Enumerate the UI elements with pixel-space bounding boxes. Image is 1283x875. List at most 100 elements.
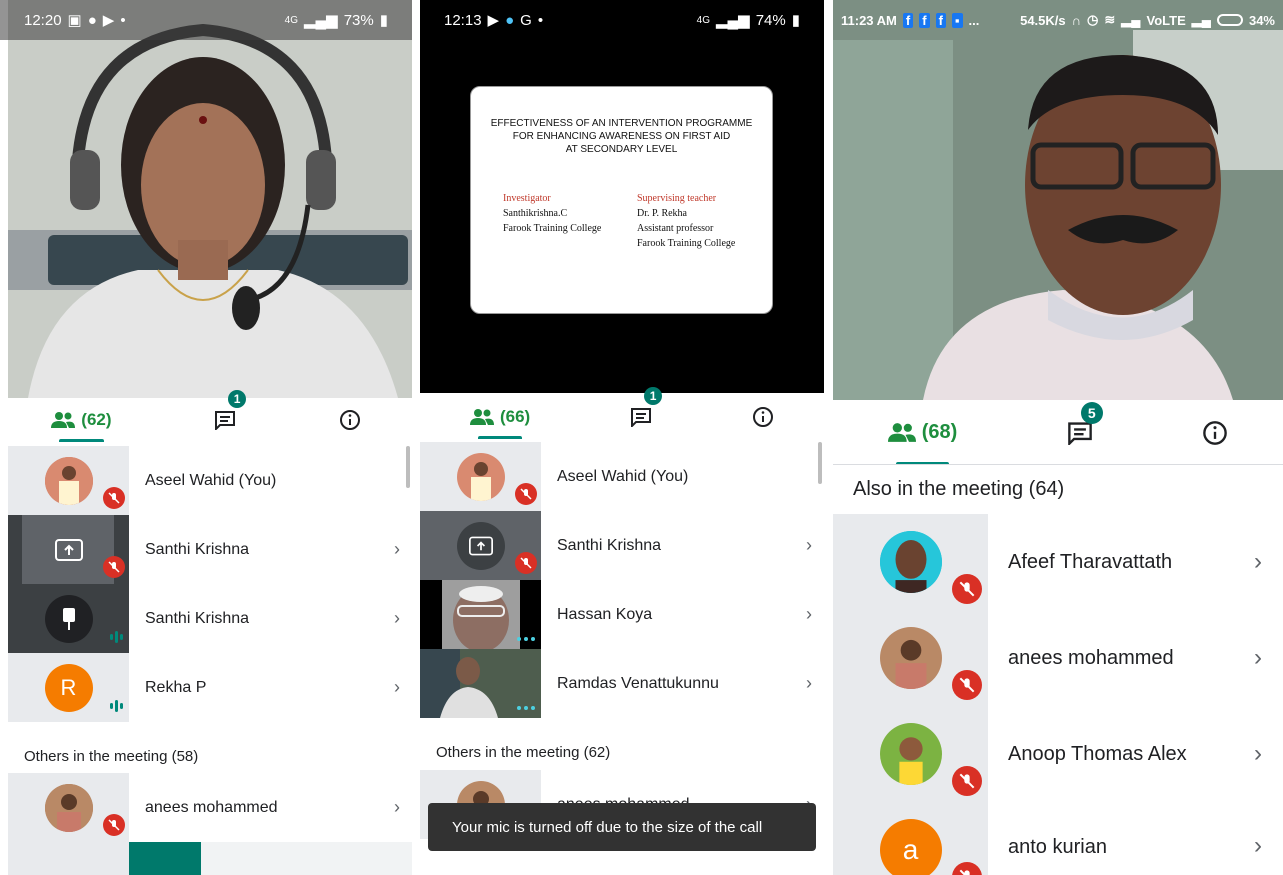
avatar — [879, 627, 942, 689]
participant-thumb — [833, 610, 988, 706]
participant-row[interactable]: Aseel Wahid (You) — [420, 442, 824, 511]
participant-row[interactable]: Hassan Koya › — [420, 580, 824, 649]
tab-info[interactable] — [339, 398, 361, 442]
partial-row — [8, 842, 129, 875]
dot-icon: • — [120, 11, 126, 29]
participant-thumb — [833, 706, 988, 802]
speaker-figure — [8, 0, 412, 398]
chevron-right-icon[interactable]: › — [382, 797, 412, 818]
chevron-right-icon[interactable]: › — [1233, 740, 1283, 768]
avatar — [456, 521, 505, 570]
tab-chat[interactable]: 1 — [630, 387, 663, 439]
also-header: Also in the meeting (64) — [853, 478, 1065, 500]
tab-chat[interactable]: 5 — [1067, 400, 1103, 465]
pin-icon — [62, 607, 75, 630]
mic-off-icon — [952, 574, 982, 604]
status-time: 12:13 — [444, 11, 482, 29]
participant-name: Hassan Koya — [557, 605, 653, 623]
chevron-right-icon[interactable]: › — [1233, 548, 1283, 576]
meet-panel-3: 11:23 AM f f f ▪ ... 54.5K/s ∩ ◷ ≋ ▂▄ Vo… — [833, 0, 1283, 875]
participant-row[interactable]: Santhi Krishna › — [8, 584, 412, 653]
status-bar: 11:23 AM f f f ▪ ... 54.5K/s ∩ ◷ ≋ ▂▄ Vo… — [833, 0, 1283, 40]
people-count: (62) — [81, 410, 112, 429]
info-icon — [339, 410, 360, 430]
participant-row[interactable]: anees mohammed › — [833, 610, 1283, 706]
video-icon: ▶ — [487, 12, 500, 29]
participant-row[interactable]: a anto kurian › — [833, 802, 1283, 875]
app-icon: ● — [505, 11, 515, 29]
present-icon — [468, 536, 493, 555]
people-icon — [51, 412, 76, 428]
chevron-right-icon[interactable]: › — [1233, 644, 1283, 672]
participant-row[interactable]: Santhi Krishna › — [420, 511, 824, 580]
others-header: Others in the meeting (62) — [436, 744, 611, 761]
status-time: 11:23 AM — [841, 12, 897, 28]
slide: EFFECTIVENESS OF AN INTERVENTION PROGRAM… — [470, 86, 773, 314]
slide-title-line: FOR ENHANCING AWARENESS ON FIRST AID — [512, 131, 731, 142]
network-label: VoLTE — [1146, 12, 1186, 28]
participant-thumb — [833, 514, 988, 610]
chevron-right-icon[interactable]: › — [794, 673, 824, 694]
participant-name: Ramdas Venattukunnu — [557, 674, 719, 692]
tab-info[interactable] — [1202, 400, 1228, 465]
facebook-icon: f — [935, 12, 946, 28]
supervisor-role: Assistant professor — [637, 223, 714, 234]
participant-row[interactable]: Aseel Wahid (You) — [8, 446, 412, 515]
facebook-icon: f — [902, 12, 914, 28]
participant-thumb — [420, 511, 541, 580]
tab-bar: (66) 1 — [420, 387, 824, 439]
investigator-college: Farook Training College — [503, 223, 602, 234]
mic-off-icon — [515, 483, 537, 505]
slide-title-line: AT SECONDARY LEVEL — [565, 144, 678, 155]
video-feed — [833, 0, 1283, 400]
tab-chat[interactable]: 1 — [214, 390, 247, 442]
tab-info[interactable] — [752, 395, 774, 439]
battery-percent: 73% — [343, 11, 374, 29]
scrollbar[interactable] — [406, 446, 410, 488]
avatar — [44, 456, 93, 505]
avatar-initial: a — [902, 834, 919, 865]
chevron-right-icon[interactable]: › — [382, 539, 412, 560]
participant-row[interactable]: Ramdas Venattukunnu › — [420, 649, 824, 718]
participant-row[interactable]: anees mohammed › — [8, 773, 412, 842]
status-ellipsis: ... — [968, 12, 980, 28]
avatar — [456, 452, 505, 501]
chevron-right-icon[interactable]: › — [382, 677, 412, 698]
chat-badge: 1 — [644, 387, 663, 405]
speaking-indicator — [110, 700, 123, 712]
dot-icon: • — [537, 11, 544, 29]
participant-name: Anoop Thomas Alex — [1008, 742, 1187, 765]
chevron-right-icon[interactable]: › — [1233, 832, 1283, 860]
chevron-right-icon[interactable]: › — [794, 535, 824, 556]
avatar — [44, 594, 93, 643]
alarm-icon: ◷ — [1087, 12, 1099, 27]
info-icon — [753, 407, 774, 427]
chevron-right-icon[interactable]: › — [382, 608, 412, 629]
participant-thumb — [420, 649, 541, 718]
tab-people[interactable]: (62) — [51, 398, 112, 442]
avatar — [879, 531, 942, 593]
chevron-right-icon[interactable]: › — [794, 604, 824, 625]
avatar: R — [44, 663, 93, 712]
participant-row[interactable]: R Rekha P › — [8, 653, 412, 722]
participant-row[interactable]: Afeef Tharavattath › — [833, 514, 1283, 610]
status-time: 12:20 — [24, 11, 62, 29]
speaking-indicator — [517, 706, 535, 710]
signal-icon: ▂▄▆ — [716, 12, 750, 29]
chat-badge: 1 — [228, 390, 247, 408]
tab-people[interactable]: (68) — [887, 400, 957, 465]
facebook-icon: f — [919, 12, 930, 28]
participant-name: Santhi Krishna — [145, 609, 250, 627]
participant-name: Aseel Wahid (You) — [145, 471, 277, 489]
chat-badge: 5 — [1080, 402, 1103, 424]
signal-label: 4G — [696, 14, 710, 26]
avatar: a — [879, 819, 942, 875]
participant-row[interactable]: Santhi Krishna › — [8, 515, 412, 584]
scrollbar[interactable] — [818, 442, 822, 484]
tab-people[interactable]: (66) — [469, 395, 530, 439]
meet-panel-1: 12:20 ▣ ● ▶ • 4G ▂▄▆ 73% ▮ (62) 1 Aseel … — [0, 0, 412, 875]
network-speed: 54.5K/s — [1020, 12, 1066, 28]
supervisor-name: Dr. P. Rekha — [637, 208, 687, 219]
participant-row[interactable]: Anoop Thomas Alex › — [833, 706, 1283, 802]
battery-icon — [1216, 14, 1243, 26]
